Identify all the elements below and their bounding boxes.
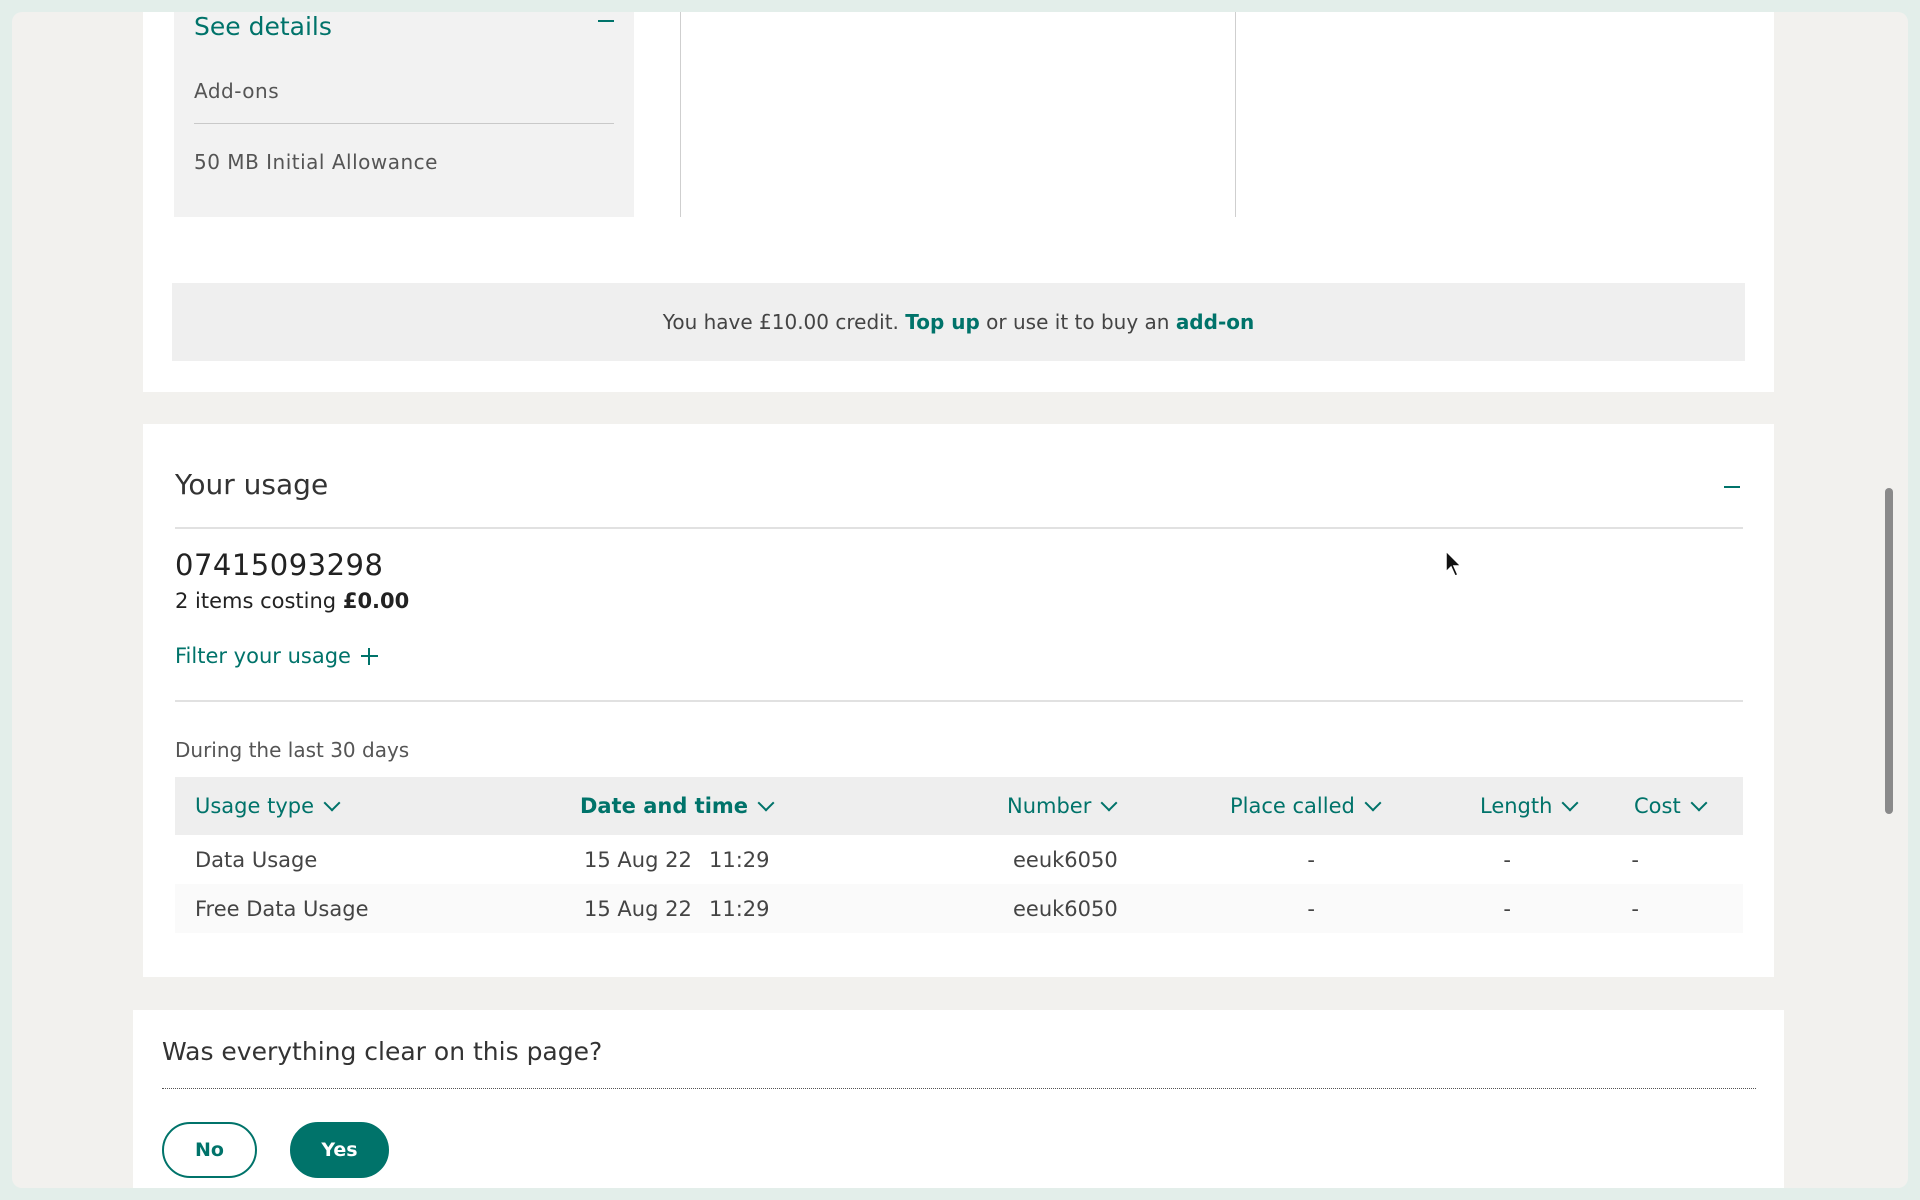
plan-card: See details Add-ons 50 MB Initial Allowa… <box>143 12 1774 392</box>
number-cell: eeuk6050 <box>1013 896 1118 921</box>
time-cell: 11:29 <box>709 847 770 872</box>
date-cell: 15 Aug 22 <box>584 847 692 872</box>
column-divider <box>680 12 681 217</box>
items-summary-text: 2 items costing <box>175 589 343 613</box>
top-up-link[interactable]: Top up <box>905 310 980 334</box>
chevron-down-icon <box>1100 794 1118 812</box>
divider <box>162 1088 1756 1089</box>
mouse-pointer-icon <box>1445 550 1463 577</box>
length-cell: - <box>1503 847 1511 872</box>
feedback-card: Was everything clear on this page? No Ye… <box>133 1010 1784 1188</box>
table-row: Free Data Usage 15 Aug 22 11:29 eeuk6050… <box>175 884 1743 933</box>
credit-banner: You have £10.00 credit. Top up or use it… <box>172 283 1745 361</box>
feedback-question: Was everything clear on this page? <box>162 1037 603 1066</box>
sort-date-time[interactable]: Date and time <box>580 777 775 835</box>
column-label: Length <box>1480 794 1553 818</box>
time-cell: 11:29 <box>709 896 770 921</box>
column-label: Usage type <box>195 794 315 818</box>
number-cell: eeuk6050 <box>1013 847 1118 872</box>
items-summary: 2 items costing £0.00 <box>175 589 409 613</box>
chevron-down-icon <box>1690 794 1708 812</box>
browser-window: See details Add-ons 50 MB Initial Allowa… <box>12 12 1908 1188</box>
date-cell: 15 Aug 22 <box>584 896 692 921</box>
divider <box>194 123 614 124</box>
table-header: Usage type Date and time Number Place ca… <box>175 777 1743 835</box>
yes-button[interactable]: Yes <box>290 1122 389 1178</box>
usage-type-cell: Data Usage <box>195 847 318 872</box>
chevron-down-icon <box>1561 794 1579 812</box>
allowance-item: 50 MB Initial Allowance <box>194 150 438 174</box>
usage-table: Usage type Date and time Number Place ca… <box>175 777 1743 933</box>
plan-details-panel: See details Add-ons 50 MB Initial Allowa… <box>174 12 634 217</box>
usage-title: Your usage <box>175 468 329 501</box>
credit-text: You have £10.00 credit. <box>662 310 906 334</box>
divider <box>175 527 1743 529</box>
sort-usage-type[interactable]: Usage type <box>195 777 341 835</box>
plus-icon <box>360 647 378 665</box>
see-details-toggle[interactable]: See details <box>194 12 332 41</box>
credit-text-middle: or use it to buy an <box>979 310 1176 334</box>
sort-length[interactable]: Length <box>1480 777 1579 835</box>
column-label: Cost <box>1634 794 1681 818</box>
table-row: Data Usage 15 Aug 22 11:29 eeuk6050 - - … <box>175 835 1743 884</box>
usage-type-cell: Free Data Usage <box>195 896 369 921</box>
vertical-scrollbar[interactable] <box>1882 12 1896 1188</box>
chevron-down-icon <box>757 794 775 812</box>
sort-cost[interactable]: Cost <box>1634 777 1708 835</box>
usage-card: Your usage 07415093298 2 items costing £… <box>143 424 1774 977</box>
place-called-cell: - <box>1307 847 1315 872</box>
column-label: Date and time <box>580 794 749 818</box>
collapse-details-icon[interactable] <box>598 20 614 22</box>
addons-label: Add-ons <box>194 79 280 103</box>
collapse-usage-icon[interactable] <box>1724 486 1740 488</box>
sort-place-called[interactable]: Place called <box>1230 777 1382 835</box>
items-cost: £0.00 <box>342 589 410 613</box>
column-label: Number <box>1007 794 1092 818</box>
sort-number[interactable]: Number <box>1007 777 1118 835</box>
scrollbar-thumb[interactable] <box>1885 488 1893 814</box>
divider <box>175 700 1743 702</box>
cost-cell: - <box>1631 896 1639 921</box>
length-cell: - <box>1503 896 1511 921</box>
phone-number: 07415093298 <box>175 548 384 582</box>
no-button[interactable]: No <box>162 1122 257 1178</box>
filter-usage-link[interactable]: Filter your usage <box>175 644 378 668</box>
cost-cell: - <box>1631 847 1639 872</box>
column-label: Place called <box>1230 794 1355 818</box>
chevron-down-icon <box>1364 794 1382 812</box>
filter-usage-label: Filter your usage <box>175 644 351 668</box>
chevron-down-icon <box>323 794 341 812</box>
period-label: During the last 30 days <box>175 738 410 762</box>
place-called-cell: - <box>1307 896 1315 921</box>
add-on-link[interactable]: add-on <box>1176 310 1254 334</box>
column-divider <box>1235 12 1236 217</box>
